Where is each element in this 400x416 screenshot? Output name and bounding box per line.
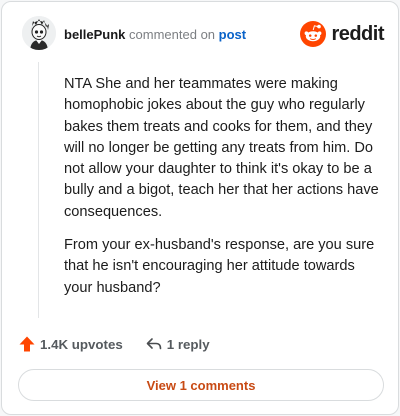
reddit-snoo-icon [300, 21, 327, 47]
username-link[interactable]: bellePunk [64, 27, 125, 42]
upvote-button[interactable]: 1.4K upvotes [18, 335, 123, 353]
reddit-wordmark: reddit [331, 22, 384, 45]
reddit-logo[interactable]: reddit [300, 20, 384, 48]
comment-header: bellePunk commented on post reddit [2, 2, 398, 62]
upvote-count: 1.4K upvotes [40, 336, 123, 352]
avatar[interactable] [22, 16, 56, 50]
comment-byline: bellePunk commented on post [64, 27, 246, 42]
comment-actions: 1.4K upvotes 1 reply [18, 332, 210, 356]
commented-on-text: commented on [129, 27, 216, 42]
view-comments-button[interactable]: View 1 comments [18, 369, 384, 401]
avatar-image [22, 16, 56, 50]
comment-body: NTA She and her teammates were making ho… [64, 74, 386, 311]
reply-arrow-icon [146, 338, 162, 350]
upvote-arrow-icon [19, 336, 35, 352]
comment-paragraph: NTA She and her teammates were making ho… [64, 76, 379, 220]
post-link[interactable]: post [219, 27, 246, 42]
reply-count: 1 reply [166, 336, 210, 352]
comment-card: bellePunk commented on post reddit NTA S… [1, 1, 399, 415]
reply-button[interactable]: 1 reply [145, 335, 210, 353]
comment-paragraph: From your ex-husband's response, are you… [64, 237, 375, 296]
thread-line [38, 62, 39, 318]
